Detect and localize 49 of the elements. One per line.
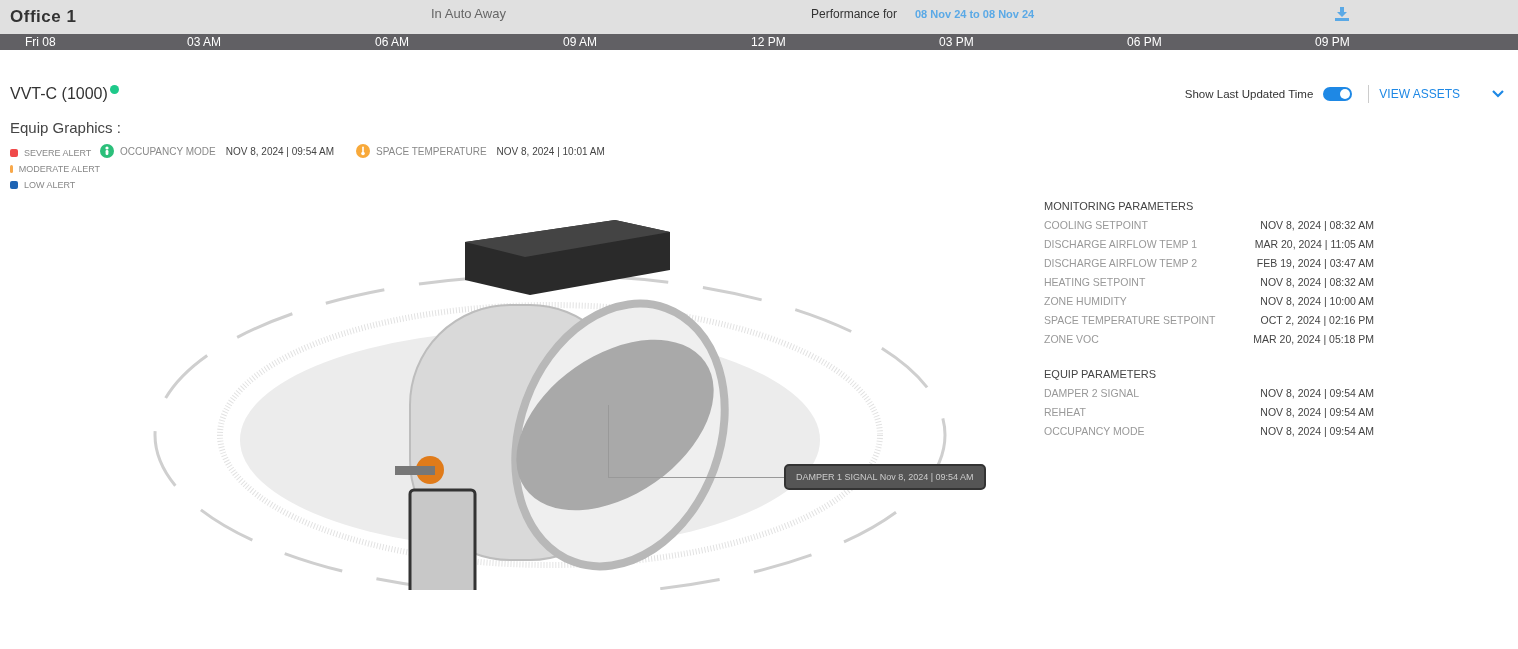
alert-label: LOW ALERT: [24, 180, 76, 190]
time-label: 12 PM: [751, 34, 787, 50]
parameter-name: OCCUPANCY MODE: [1044, 425, 1145, 439]
parameter-time: NOV 8, 2024 | 09:54 AM: [1260, 406, 1374, 420]
time-label: 09 PM: [1315, 34, 1351, 50]
parameter-name: DAMPER 2 SIGNAL: [1044, 387, 1140, 401]
parameter-time: MAR 20, 2024 | 11:05 AM: [1254, 238, 1374, 252]
parameter-name: HEATING SETPOINT: [1044, 276, 1146, 290]
time-label: 03 AM: [187, 34, 223, 50]
parameter-time: NOV 8, 2024 | 08:32 AM: [1260, 276, 1374, 290]
point-label: OCCUPANCY MODE: [120, 145, 216, 157]
time-label: 09 AM: [563, 34, 599, 50]
section-label: Equip Graphics :: [10, 119, 122, 136]
parameter-time: NOV 8, 2024 | 08:32 AM: [1260, 219, 1374, 233]
time-label: 06 PM: [1127, 34, 1163, 50]
parameter-name: ZONE VOC: [1044, 333, 1099, 347]
time-label: 06 AM: [375, 34, 411, 50]
parameter-name: COOLING SETPOINT: [1044, 219, 1148, 233]
time-label: Fri 08: [25, 34, 57, 50]
parameter-name: SPACE TEMPERATURE SETPOINT: [1044, 314, 1216, 328]
alert-label: SEVERE ALERT: [24, 148, 92, 158]
view-assets-link[interactable]: VIEW ASSETS: [1379, 87, 1460, 101]
parameter-time: FEB 19, 2024 | 03:47 AM: [1256, 257, 1374, 271]
point-time: NOV 8, 2024 | 10:01 AM: [496, 145, 605, 157]
tooltip: DAMPER 1 SIGNAL Nov 8, 2024 | 09:54 AM: [784, 464, 986, 490]
parameter-name: DISCHARGE AIRFLOW TEMP 2: [1044, 257, 1198, 271]
download-icon[interactable]: [1335, 7, 1349, 21]
page-title: Office 1: [10, 7, 78, 27]
parameter-time: NOV 8, 2024 | 10:00 AM: [1260, 295, 1374, 309]
parameter-name: DISCHARGE AIRFLOW TEMP 1: [1044, 238, 1198, 252]
parameter-name: ZONE HUMIDITY: [1044, 295, 1127, 309]
time-label: 03 PM: [939, 34, 975, 50]
parameter-time: NOV 8, 2024 | 09:54 AM: [1260, 425, 1374, 439]
alert-label: MODERATE ALERT: [18, 164, 100, 174]
equipment-name: VVT-C (1000): [10, 85, 108, 103]
point-time: NOV 8, 2024 | 09:54 AM: [225, 145, 334, 157]
parameter-time: MAR 20, 2024 | 05:18 PM: [1253, 333, 1374, 347]
parameter-time: OCT 2, 2024 | 02:16 PM: [1260, 314, 1374, 328]
parameter-time: NOV 8, 2024 | 09:54 AM: [1260, 387, 1374, 401]
date-range-link[interactable]: 08 Nov 24 to 08 Nov 24: [915, 8, 1335, 20]
performance-label: Performance for: [811, 7, 899, 21]
chevron-icon[interactable]: [1492, 90, 1504, 98]
point-label: SPACE TEMPERATURE: [376, 145, 487, 157]
toggle-switch[interactable]: [1323, 87, 1353, 101]
toggle-label: Show Last Updated Time: [1184, 88, 1314, 100]
group-title: MONITORING PARAMETERS: [1044, 200, 1195, 212]
mode-status: In Auto Away: [431, 5, 507, 21]
parameter-name: REHEAT: [1044, 406, 1086, 420]
group-title: EQUIP PARAMETERS: [1044, 368, 1158, 380]
